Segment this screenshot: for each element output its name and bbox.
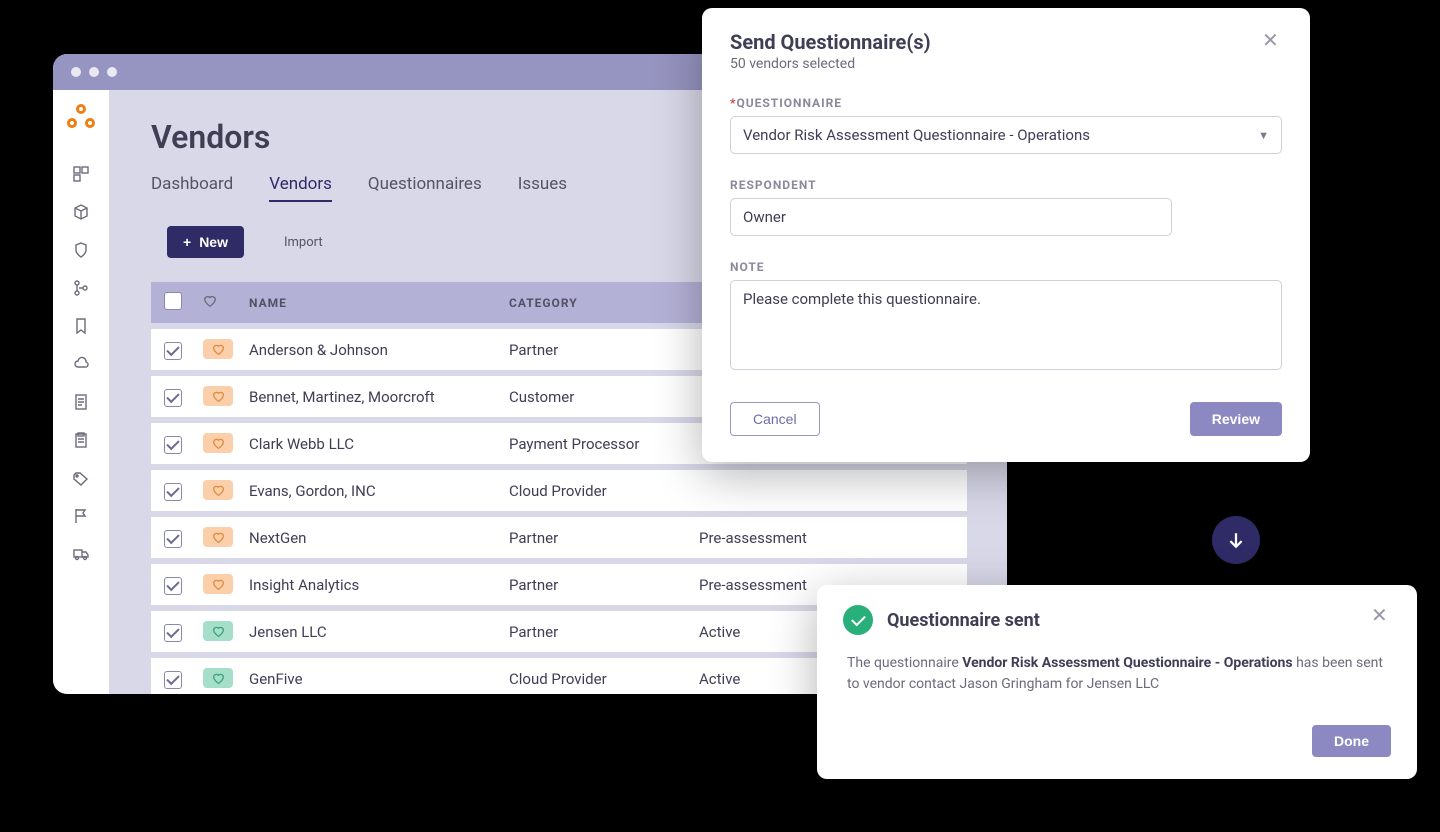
logo-icon[interactable] [67,104,95,132]
column-category[interactable]: CATEGORY [501,282,691,323]
select-all-checkbox[interactable] [164,292,182,310]
vendor-name: Jensen LLC [241,611,501,652]
column-name[interactable]: NAME [241,282,501,323]
tag-icon[interactable] [73,470,89,486]
heart-badge[interactable] [203,433,233,453]
note-label: NOTE [730,260,1282,274]
vendor-name: Anderson & Johnson [241,329,501,370]
vendor-category: Partner [501,611,691,652]
vendor-name: Evans, Gordon, INC [241,470,501,511]
vendor-category: Cloud Provider [501,470,691,511]
sidebar [53,90,109,694]
document-icon[interactable] [73,394,89,410]
modal-title: Send Questionnaire(s) [730,30,931,54]
cancel-button[interactable]: Cancel [730,402,820,436]
vendor-category: Partner [501,564,691,605]
traffic-light[interactable] [71,67,81,77]
vendor-category: Payment Processor [501,423,691,464]
questionnaire-select[interactable]: Vendor Risk Assessment Questionnaire - O… [730,116,1282,154]
tab-dashboard[interactable]: Dashboard [151,174,233,202]
table-row[interactable]: NextGenPartnerPre-assessment [151,517,967,558]
row-checkbox[interactable] [164,624,182,642]
note-textarea[interactable] [730,280,1282,370]
heart-badge[interactable] [203,574,233,594]
truck-icon[interactable] [73,546,89,562]
respondent-input[interactable] [730,198,1172,236]
review-button[interactable]: Review [1190,402,1282,436]
down-arrow-icon [1212,516,1260,564]
import-link[interactable]: Import [284,235,323,250]
dashboard-icon[interactable] [73,166,89,182]
flag-icon[interactable] [73,508,89,524]
tab-questionnaires[interactable]: Questionnaires [368,174,482,202]
traffic-light[interactable] [107,67,117,77]
row-checkbox[interactable] [164,483,182,501]
vendor-category: Cloud Provider [501,658,691,694]
close-icon[interactable]: ✕ [1371,605,1391,625]
plus-icon: + [183,234,191,250]
questionnaire-value: Vendor Risk Assessment Questionnaire - O… [743,126,1090,144]
vendor-status [691,470,967,511]
done-button[interactable]: Done [1312,725,1391,757]
heart-badge[interactable] [203,480,233,500]
heart-badge[interactable] [203,339,233,359]
questionnaire-label: *QUESTIONNAIRE [730,96,1282,110]
close-icon[interactable]: ✕ [1262,30,1282,50]
shield-icon[interactable] [73,242,89,258]
send-questionnaire-modal: Send Questionnaire(s) 50 vendors selecte… [702,8,1310,462]
toast-title: Questionnaire sent [887,610,1040,631]
heart-badge[interactable] [203,621,233,641]
box-icon[interactable] [73,204,89,220]
vendor-status: Pre-assessment [691,517,967,558]
row-checkbox[interactable] [164,389,182,407]
heart-badge[interactable] [203,668,233,688]
tab-issues[interactable]: Issues [518,174,567,202]
bookmark-icon[interactable] [73,318,89,334]
row-checkbox[interactable] [164,530,182,548]
tab-vendors[interactable]: Vendors [269,174,332,202]
vendor-name: Bennet, Martinez, Moorcroft [241,376,501,417]
success-check-icon [843,605,873,635]
vendor-category: Partner [501,329,691,370]
traffic-light[interactable] [89,67,99,77]
row-checkbox[interactable] [164,577,182,595]
modal-subtitle: 50 vendors selected [730,56,931,72]
confirmation-toast: Questionnaire sent ✕ The questionnaire V… [817,585,1417,779]
respondent-label: RESPONDENT [730,178,1172,192]
vendor-category: Customer [501,376,691,417]
heart-icon [203,297,217,311]
vendor-category: Partner [501,517,691,558]
table-row[interactable]: Evans, Gordon, INCCloud Provider [151,470,967,511]
vendor-name: NextGen [241,517,501,558]
branch-icon[interactable] [73,280,89,296]
cloud-icon[interactable] [73,356,89,372]
row-checkbox[interactable] [164,671,182,689]
vendor-name: GenFive [241,658,501,694]
heart-badge[interactable] [203,386,233,406]
new-button[interactable]: + New [167,226,244,258]
heart-badge[interactable] [203,527,233,547]
row-checkbox[interactable] [164,436,182,454]
clipboard-icon[interactable] [73,432,89,448]
new-button-label: New [199,234,228,250]
toast-body: The questionnaire Vendor Risk Assessment… [843,653,1391,695]
vendor-name: Insight Analytics [241,564,501,605]
vendor-name: Clark Webb LLC [241,423,501,464]
row-checkbox[interactable] [164,342,182,360]
